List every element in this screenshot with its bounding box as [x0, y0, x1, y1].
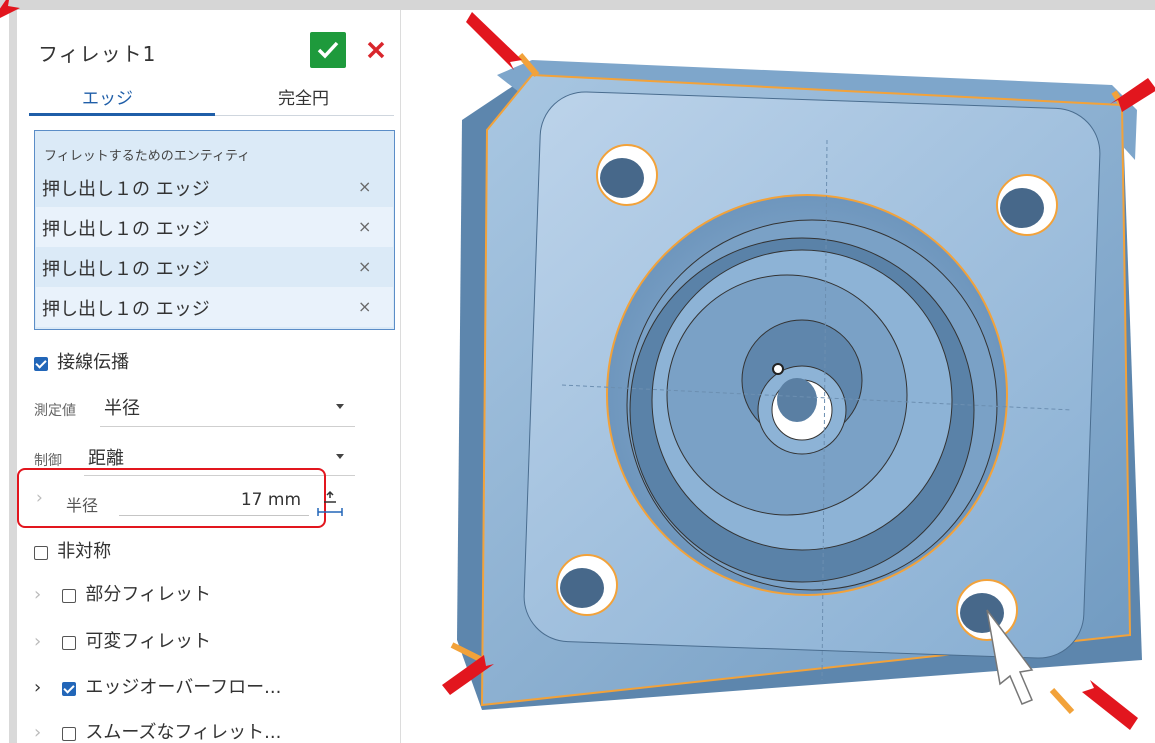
measure-underline: [100, 426, 355, 427]
entity-item[interactable]: 押し出し１の エッジ ×: [36, 287, 393, 327]
asymmetric-option[interactable]: 非対称: [34, 537, 111, 563]
variable-fillet-checkbox[interactable]: [62, 635, 77, 650]
chevron-right-icon[interactable]: ›: [34, 584, 41, 605]
left-strip: [0, 10, 17, 743]
remove-entity-button[interactable]: ×: [358, 177, 371, 196]
entity-item[interactable]: 押し出し１の エッジ ×: [36, 207, 393, 247]
partial-fillet-option[interactable]: › 部分フィレット: [34, 580, 211, 606]
check-icon: [317, 41, 339, 59]
radius-value: 17 mm: [240, 490, 301, 510]
control-value: 距離: [88, 448, 124, 469]
chevron-right-icon[interactable]: ›: [34, 677, 41, 698]
active-tab-indicator: [29, 113, 215, 116]
entity-list-header: フィレットするためのエンティティ: [44, 149, 251, 164]
remove-entity-button[interactable]: ×: [358, 217, 371, 236]
asymmetric-label: 非対称: [57, 541, 112, 562]
mounting-hole: [596, 144, 658, 206]
app-window: フィレット1 エッジ 完全円 フィレットするためのエンティティ 押し出し１の エ…: [0, 0, 1155, 743]
cancel-button[interactable]: [363, 36, 389, 64]
chevron-down-icon: [336, 454, 344, 459]
mounting-hole: [996, 174, 1058, 236]
entity-item[interactable]: 押し出し１の エッジ ×: [36, 247, 393, 287]
flip-direction-icon[interactable]: [314, 488, 346, 522]
measure-select[interactable]: 測定値 半径: [34, 390, 359, 427]
tab-full-round[interactable]: 完全円: [278, 84, 329, 109]
tangent-propagation-option[interactable]: 接線伝播: [34, 348, 129, 374]
feature-title[interactable]: フィレット1: [38, 38, 156, 67]
model-viewport[interactable]: [402, 0, 1155, 743]
chevron-right-icon[interactable]: ›: [36, 488, 43, 508]
smooth-fillet-label: スムーズなフィレット...: [85, 722, 282, 743]
entity-item-label: 押し出し１の エッジ: [42, 219, 210, 240]
edge-overflow-option[interactable]: › エッジオーバーフロー...: [34, 673, 281, 699]
asymmetric-checkbox[interactable]: [34, 545, 48, 560]
partial-fillet-label: 部分フィレット: [85, 584, 212, 605]
variable-fillet-option[interactable]: › 可変フィレット: [34, 627, 211, 653]
radius-highlight-box: › 半径 17 mm: [17, 468, 326, 528]
tab-edge[interactable]: エッジ: [82, 84, 133, 109]
smooth-fillet-option[interactable]: › スムーズなフィレット...: [34, 718, 281, 743]
measure-value: 半径: [104, 398, 140, 419]
remove-entity-button[interactable]: ×: [358, 257, 371, 276]
remove-entity-button[interactable]: ×: [358, 297, 371, 316]
tab-bar: エッジ 完全円: [20, 80, 400, 120]
feature-header: フィレット1: [20, 30, 400, 70]
control-label: 制御: [34, 453, 62, 469]
variable-fillet-label: 可変フィレット: [85, 631, 212, 652]
radius-label: 半径: [66, 496, 99, 515]
chevron-right-icon[interactable]: ›: [34, 631, 41, 652]
tangent-checkbox[interactable]: [34, 356, 48, 371]
tangent-label: 接線伝播: [57, 352, 130, 373]
chevron-down-icon: [336, 404, 344, 409]
entity-selection-list[interactable]: フィレットするためのエンティティ 押し出し１の エッジ × 押し出し１の エッジ…: [34, 130, 395, 330]
chevron-right-icon[interactable]: ›: [34, 722, 41, 743]
entity-item-label: 押し出し１の エッジ: [42, 299, 210, 320]
partial-fillet-checkbox[interactable]: [62, 588, 77, 603]
close-icon: [367, 41, 385, 59]
mounting-hole: [556, 554, 618, 616]
smooth-fillet-checkbox[interactable]: [62, 726, 77, 741]
ok-button[interactable]: [310, 32, 346, 68]
radius-input[interactable]: 17 mm: [119, 482, 309, 516]
entity-item[interactable]: 押し出し１の エッジ ×: [36, 167, 393, 207]
entity-item-label: 押し出し１の エッジ: [42, 259, 210, 280]
edge-overflow-checkbox[interactable]: [62, 681, 77, 696]
measure-label: 測定値: [34, 403, 76, 419]
entity-item-label: 押し出し１の エッジ: [42, 179, 210, 200]
edge-overflow-label: エッジオーバーフロー...: [85, 677, 282, 698]
